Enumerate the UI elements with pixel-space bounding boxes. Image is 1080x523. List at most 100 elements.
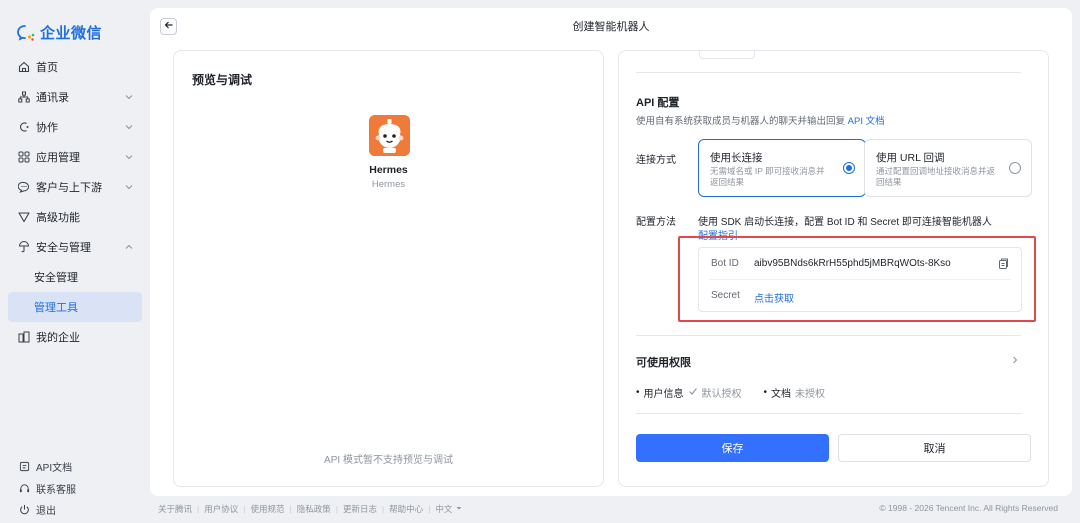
bullet-icon: •: [763, 387, 768, 398]
divider: [636, 413, 1021, 414]
sidebar-item-label: 安全与管理: [36, 242, 91, 254]
option-url-callback[interactable]: 使用 URL 回调 通过配置回调地址接收消息并返回结果: [864, 139, 1032, 197]
sidebar-item-contacts[interactable]: 通讯录: [8, 82, 142, 112]
wecom-logo-icon: [16, 23, 36, 43]
save-button[interactable]: 保存: [636, 434, 829, 462]
doc-icon: [18, 461, 30, 473]
api-config-desc: 使用自有系统获取成员与机器人的聊天并输出回复 API 文档: [636, 113, 885, 127]
language-select[interactable]: 中文: [435, 503, 462, 515]
logo[interactable]: 企业微信: [16, 22, 102, 43]
org-icon: [18, 91, 30, 103]
robot-icon: [369, 115, 410, 156]
language-label: 中文: [435, 504, 453, 514]
sidebar-item-admin-tools[interactable]: 管理工具: [8, 292, 142, 322]
separator: |: [428, 504, 431, 514]
permission-item: • 文档 未授权: [764, 385, 826, 400]
radio-unselected-icon[interactable]: [1009, 162, 1021, 174]
divider: [636, 335, 1021, 336]
logo-text: 企业微信: [40, 25, 103, 42]
page-title: 创建智能机器人: [572, 21, 650, 33]
sidebar-item-label: 联系客服: [36, 484, 76, 496]
sidebar-item-label: 通讯录: [36, 92, 69, 104]
sidebar-nav: 首页 通讯录 协作 应用管理 客户与上下游 高级功能 安全与管理 安全管理 管理…: [8, 52, 142, 352]
sidebar-item-home[interactable]: 首页: [8, 52, 142, 82]
option-long-connection[interactable]: 使用长连接 无需域名或 IP 即可接收消息并返回结果: [698, 139, 866, 197]
bot-avatar: [369, 115, 410, 156]
api-config-title: API 配置: [636, 97, 680, 109]
api-doc-link[interactable]: API 文档: [848, 116, 885, 127]
sidebar-item-api-docs[interactable]: API文档: [8, 456, 142, 478]
bot-subtitle: Hermes: [371, 179, 406, 190]
method-text: 使用 SDK 启动长连接，配置 Bot ID 和 Secret 即可连接智能机器…: [698, 217, 992, 228]
radio-selected-icon[interactable]: [843, 162, 855, 174]
sidebar-item-label: 协作: [36, 122, 58, 134]
chat-bubble-icon: [18, 181, 30, 193]
highlight-frame: [678, 236, 1036, 322]
chevron-right-icon[interactable]: [1010, 355, 1020, 368]
sidebar-item-label: API文档: [36, 463, 73, 475]
separator: |: [243, 504, 246, 514]
footer-link-about[interactable]: 关于腾讯: [158, 503, 192, 515]
sidebar-item-security-manage[interactable]: 安全管理: [8, 262, 142, 292]
chevron-down-icon: [124, 122, 134, 135]
permission-name: 文档: [771, 389, 792, 400]
sidebar-item-label: 客户与上下游: [36, 182, 102, 194]
permission-name: 用户信息: [643, 389, 684, 400]
permission-status: 未授权: [795, 389, 826, 400]
sidebar-item-logout[interactable]: 退出: [8, 499, 142, 521]
divider: [636, 72, 1021, 73]
shield-icon: [18, 241, 30, 253]
bot-name: Hermes: [369, 164, 408, 176]
sidebar-item-collab[interactable]: 协作: [8, 112, 142, 142]
apps-grid-icon: [18, 151, 30, 163]
headset-icon: [18, 482, 30, 494]
sidebar-item-label: 高级功能: [36, 212, 80, 224]
permission-item: • 用户信息 默认授权: [636, 385, 742, 400]
partial-element: [699, 51, 755, 59]
sidebar-item-support[interactable]: 联系客服: [8, 478, 142, 500]
triangle-icon: [18, 211, 30, 223]
option-title: 使用 URL 回调: [876, 152, 945, 164]
chevron-down-icon: [124, 182, 134, 195]
copyright: © 1998 - 2026 Tencent Inc. All Rights Re…: [879, 503, 1058, 513]
chevron-up-icon: [124, 242, 134, 255]
sidebar-item-security[interactable]: 安全与管理: [8, 232, 142, 262]
separator: |: [197, 504, 200, 514]
permissions-title: 可使用权限: [636, 357, 691, 369]
api-config-desc-text: 使用自有系统获取成员与机器人的聊天并输出回复: [636, 116, 846, 127]
preview-title: 预览与调试: [192, 73, 253, 87]
cancel-button[interactable]: 取消: [838, 434, 1031, 462]
option-desc: 通过配置回调地址接收消息并返回结果: [876, 166, 996, 187]
check-icon: [688, 386, 698, 399]
sidebar-item-label: 退出: [36, 506, 56, 518]
sidebar-item-label: 应用管理: [36, 152, 80, 164]
option-title: 使用长连接: [710, 152, 763, 164]
footer-link-terms[interactable]: 用户协议: [204, 503, 238, 515]
separator: |: [381, 504, 385, 514]
option-desc: 无需域名或 IP 即可接收消息并返回结果: [710, 166, 825, 187]
sidebar: 企业微信 首页 通讯录 协作 应用管理 客户与上下游 高级功能 安全与管理 安全…: [0, 0, 150, 523]
building-icon: [18, 331, 30, 343]
home-icon: [18, 61, 30, 73]
footer-link-rules[interactable]: 使用规范: [250, 503, 284, 515]
sidebar-item-label: 管理工具: [34, 302, 78, 314]
sidebar-item-my-company[interactable]: 我的企业: [8, 322, 142, 352]
chevron-down-icon: [124, 92, 134, 105]
footer-link-privacy[interactable]: 隐私政策: [297, 503, 331, 515]
sidebar-bottom: API文档 联系客服 退出: [8, 456, 142, 521]
connect-label: 连接方式: [636, 155, 676, 166]
sidebar-item-label: 首页: [36, 62, 58, 74]
sidebar-item-advanced[interactable]: 高级功能: [8, 202, 142, 232]
preview-note: API 模式暂不支持预览与调试: [324, 455, 453, 466]
preview-card: 预览与调试 Hermes Hermes API 模式暂不支持预览与调试: [173, 50, 604, 487]
sidebar-item-apps[interactable]: 应用管理: [8, 142, 142, 172]
bullet-icon: •: [636, 387, 640, 398]
sidebar-item-label: 我的企业: [36, 332, 80, 344]
footer-link-changelog[interactable]: 更新日志: [343, 503, 377, 515]
sidebar-item-customers[interactable]: 客户与上下游: [8, 172, 142, 202]
footer-link-help[interactable]: 帮助中心: [389, 503, 423, 515]
collab-icon: [18, 121, 30, 133]
chevron-down-icon: [124, 152, 134, 165]
permissions-list: • 用户信息 默认授权 • 文档 未授权: [636, 385, 847, 400]
caret-down-icon: [455, 504, 463, 514]
